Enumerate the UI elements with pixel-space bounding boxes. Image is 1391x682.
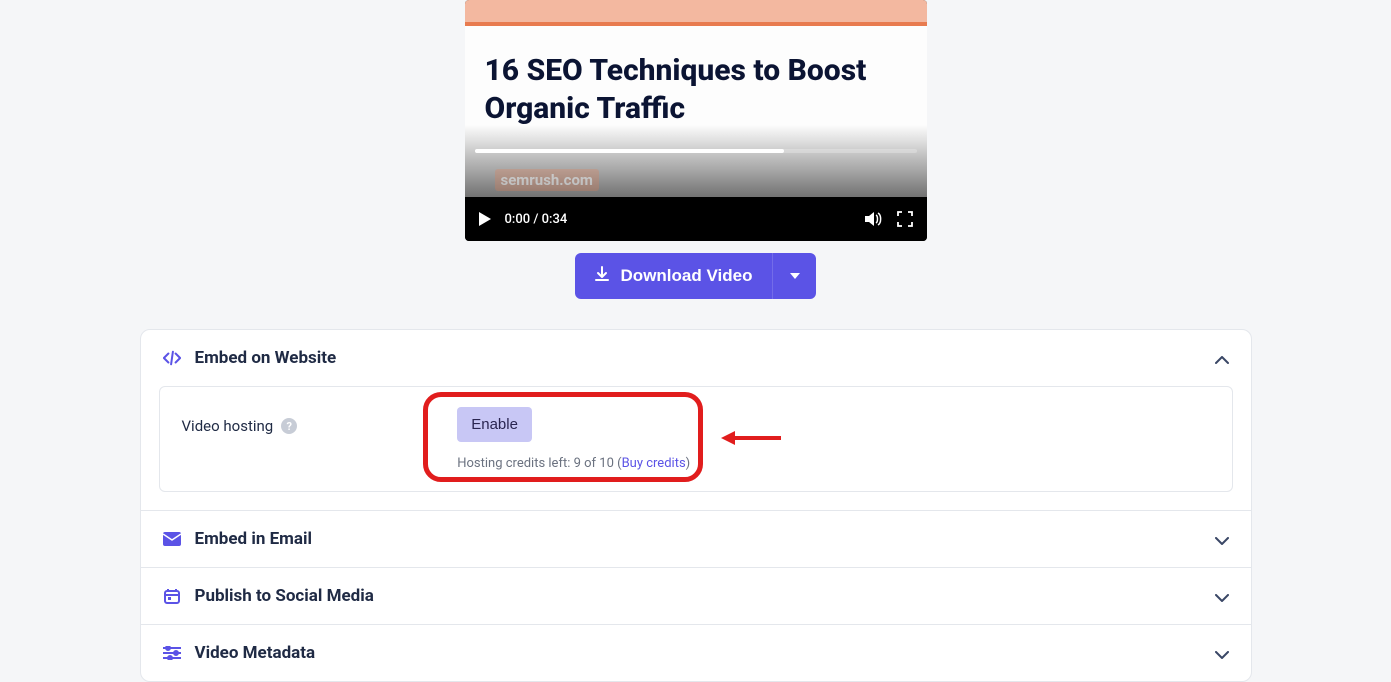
video-controls: 0:00 / 0:34 bbox=[465, 197, 927, 241]
video-hosting-label-row: Video hosting ? bbox=[182, 407, 298, 435]
credits-prefix: Hosting credits left: 9 of 10 ( bbox=[457, 456, 621, 471]
video-title: 16 SEO Techniques to Boost Organic Traff… bbox=[485, 52, 907, 127]
calendar-icon bbox=[163, 588, 181, 604]
email-icon bbox=[163, 532, 181, 546]
chevron-down-icon bbox=[1215, 587, 1229, 606]
download-icon bbox=[593, 265, 611, 288]
download-caret[interactable] bbox=[772, 253, 816, 299]
hosting-credits-line: Hosting credits left: 9 of 10 (Buy credi… bbox=[457, 456, 690, 471]
fullscreen-icon[interactable] bbox=[897, 211, 913, 227]
code-icon bbox=[163, 350, 181, 366]
video-time: 0:00 / 0:34 bbox=[505, 212, 568, 227]
download-video-button[interactable]: Download Video bbox=[575, 253, 817, 299]
enable-hosting-button[interactable]: Enable bbox=[457, 407, 532, 442]
volume-icon[interactable] bbox=[865, 211, 883, 227]
video-preview: 16 SEO Techniques to Boost Organic Traff… bbox=[465, 0, 927, 241]
buy-credits-link[interactable]: Buy credits bbox=[622, 456, 686, 471]
credits-suffix: ) bbox=[686, 456, 691, 471]
video-watermark: semrush.com bbox=[495, 169, 599, 191]
options-card: Embed on Website Video hosting ? Enable … bbox=[140, 329, 1252, 682]
play-icon[interactable] bbox=[479, 212, 491, 226]
video-accent-bar bbox=[465, 0, 927, 26]
accordion-title: Publish to Social Media bbox=[195, 586, 1201, 606]
accordion-embed-email[interactable]: Embed in Email bbox=[141, 510, 1251, 567]
accordion-social[interactable]: Publish to Social Media bbox=[141, 567, 1251, 624]
chevron-up-icon bbox=[1215, 349, 1229, 368]
accordion-title: Embed on Website bbox=[195, 348, 1201, 368]
video-progress-bar[interactable] bbox=[475, 149, 917, 153]
chevron-down-icon bbox=[1215, 530, 1229, 549]
download-label: Download Video bbox=[621, 266, 753, 286]
video-hosting-box: Video hosting ? Enable Hosting credits l… bbox=[159, 386, 1233, 492]
chevron-down-icon bbox=[1215, 644, 1229, 663]
accordion-title: Embed in Email bbox=[195, 529, 1201, 549]
help-icon[interactable]: ? bbox=[281, 418, 297, 434]
sliders-icon bbox=[163, 646, 181, 660]
accordion-embed-website[interactable]: Embed on Website bbox=[141, 330, 1251, 386]
accordion-metadata[interactable]: Video Metadata bbox=[141, 624, 1251, 681]
embed-website-body: Video hosting ? Enable Hosting credits l… bbox=[141, 386, 1251, 510]
accordion-title: Video Metadata bbox=[195, 643, 1201, 663]
video-hosting-label: Video hosting bbox=[182, 417, 274, 435]
video-title-area: 16 SEO Techniques to Boost Organic Traff… bbox=[465, 26, 927, 197]
